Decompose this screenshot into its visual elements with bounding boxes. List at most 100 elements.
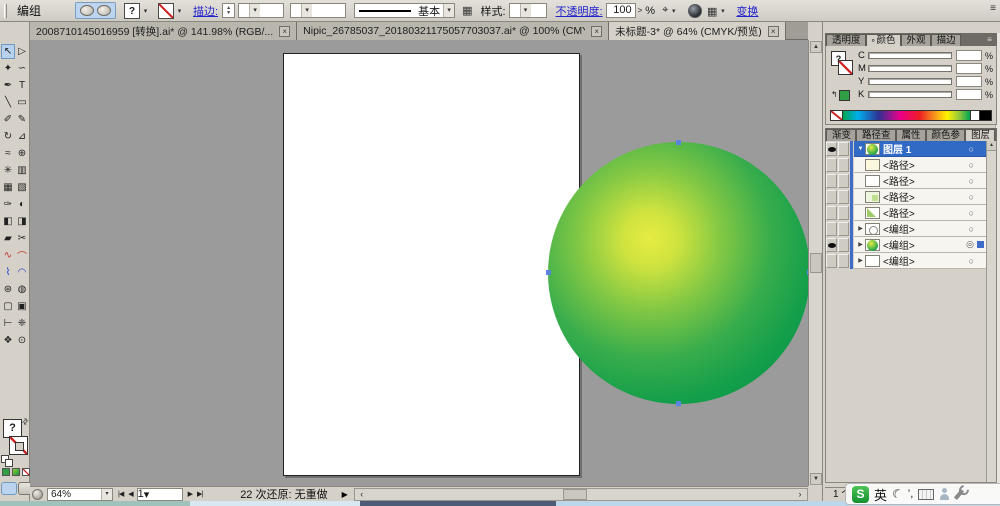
layers-scrollbar[interactable]: ▲ [986,141,996,482]
visibility-toggle[interactable] [826,254,837,268]
chevron-down-icon[interactable]: ▾ [101,488,112,500]
stroke-weight-stepper[interactable]: ▲ ▼ [222,3,236,18]
target-circle-icon[interactable]: ○ [969,192,974,202]
style-combo[interactable]: ▾ [508,3,547,18]
target-circle-icon[interactable]: ◎ [966,239,974,250]
lock-toggle[interactable] [838,142,849,156]
target-circle-icon[interactable]: ○ [969,224,974,234]
white-swatch[interactable] [970,111,979,120]
layer-row[interactable]: ▶ <编组> ○ [826,253,986,269]
shape-tool[interactable]: ⊛ [1,282,15,297]
layer-name[interactable]: <编组> [883,237,915,252]
color-slider[interactable] [868,78,952,85]
gradient-button[interactable] [12,468,20,476]
free-transform-tool[interactable]: ⊕ [15,146,29,161]
canvas-area[interactable] [30,40,812,486]
document-tab[interactable]: 2008710145016959 [转换].ai* @ 141.98% (RGB… [30,22,298,40]
control-bar-menu-icon[interactable]: ≡ [990,3,996,14]
layer-name[interactable]: <编组> [883,253,915,268]
visibility-toggle[interactable] [826,190,837,204]
edit-contents-button[interactable] [80,5,95,16]
eyedropper-tool[interactable]: ✑ [1,197,15,212]
black-swatch[interactable] [979,111,991,120]
symbol-sprayer-tool[interactable]: ✳ [1,163,15,178]
opacity-link[interactable]: 不透明度: [556,3,603,19]
scroll-down-icon[interactable]: ▼ [810,473,822,485]
fill-dropdown-icon[interactable]: ▾ [141,7,150,15]
panel-tab[interactable]: 渐变 [826,129,857,141]
anchor-point-bottom[interactable] [676,401,681,406]
layer-row[interactable]: <路径> ○ [826,173,986,189]
target-circle-icon[interactable]: ○ [969,256,974,266]
gradient-tool[interactable]: ▧ [15,180,29,195]
layer-row[interactable]: ▶ <编组> ○ [826,221,986,237]
visibility-toggle[interactable] [826,222,837,236]
layer-row[interactable]: <路径> ○ [826,157,986,173]
disclosure-triangle-icon[interactable]: ▶ [856,225,865,232]
anchor-point-left[interactable] [546,270,551,275]
disclosure-triangle-icon[interactable]: ▶ [856,257,865,264]
scroll-up-icon[interactable]: ▲ [810,41,822,53]
sogou-logo-icon[interactable]: S [852,485,869,503]
isolate-group-buttons[interactable] [75,2,117,19]
lock-toggle[interactable] [838,190,849,204]
blend-tool[interactable]: ◐ [15,197,29,212]
status-orb-icon[interactable] [32,488,43,500]
chevron-down-icon[interactable]: ▾ [144,488,150,501]
color-slider[interactable] [868,52,952,59]
stroke-dropdown-icon[interactable]: ▾ [175,7,184,15]
stroke-proxy-swatch[interactable] [838,60,853,75]
pen-tool[interactable]: ✒ [1,78,15,93]
page-number-combo[interactable]: 1 ▾ [136,487,183,501]
color-value-field[interactable] [956,89,982,100]
color-value-field[interactable] [956,63,982,74]
visibility-toggle[interactable] [826,142,837,156]
color-value-field[interactable] [956,50,982,61]
opacity-field[interactable]: 100 [605,3,636,18]
none-swatch[interactable] [831,111,843,120]
standard-screen-mode-button[interactable] [1,482,17,495]
scroll-up-icon[interactable]: ▲ [987,141,996,151]
layer-row[interactable]: ▶ <编组> ◎ [826,237,986,253]
select-similar-icon[interactable]: ⌖ [662,4,668,17]
visibility-toggle[interactable] [826,174,837,188]
stroke-proxy-swatch[interactable] [9,436,28,455]
panel-grip[interactable] [4,3,7,18]
direct-selection-tool[interactable]: ▷ [15,44,29,59]
horizontal-scroll-thumb[interactable] [562,488,587,500]
vertical-scroll-thumb[interactable] [810,253,822,273]
magic-wand-tool[interactable]: ✦ [1,61,15,76]
ime-fullhalf-moon-icon[interactable]: ☾ [890,486,905,503]
rotate-tool[interactable]: ↻ [1,129,15,144]
close-icon[interactable]: × [591,25,603,37]
layer-name[interactable]: <路径> [883,205,915,220]
mesh-tool[interactable]: ▦ [1,180,15,195]
variable-width-combo[interactable]: ▾ [290,3,347,18]
flare-tool[interactable]: ❈ [15,316,29,331]
chevron-down-icon[interactable]: ▾ [443,4,455,17]
gradient-sphere-object[interactable] [546,140,812,406]
none-button[interactable] [22,468,30,476]
disclosure-triangle-icon[interactable]: ▼ [856,146,865,152]
target-circle-icon[interactable]: ○ [969,208,974,218]
document-tab[interactable]: 未标题-3* @ 64% (CMYK/预览) × [609,22,786,40]
lock-toggle[interactable] [838,254,849,268]
panel-menu-icon[interactable]: ≡ [983,130,996,140]
scissors-tool[interactable]: ✂ [15,231,29,246]
lock-toggle[interactable] [838,158,849,172]
ime-account-icon[interactable] [939,487,950,501]
color-value-field[interactable] [956,76,982,87]
chevron-down-icon[interactable]: ▾ [301,4,313,17]
color-spectrum-bar[interactable] [830,110,992,121]
zoom-tool[interactable]: ⊙ [15,333,29,348]
layer-name[interactable]: <路径> [883,189,915,204]
selection-tool[interactable]: ↖ [1,44,15,59]
panel-tab[interactable]: 属性 [895,129,926,141]
chevron-down-icon[interactable]: ▾ [519,4,531,17]
default-fill-stroke-icon[interactable] [1,455,13,467]
layer-row[interactable]: ▼ 图层 1 ○ [826,141,986,157]
first-page-button[interactable]: |◀ [118,490,124,498]
paintbrush-tool[interactable]: ✐ [1,112,15,127]
lock-toggle[interactable] [838,238,849,252]
target-circle-icon[interactable]: ○ [969,144,974,154]
